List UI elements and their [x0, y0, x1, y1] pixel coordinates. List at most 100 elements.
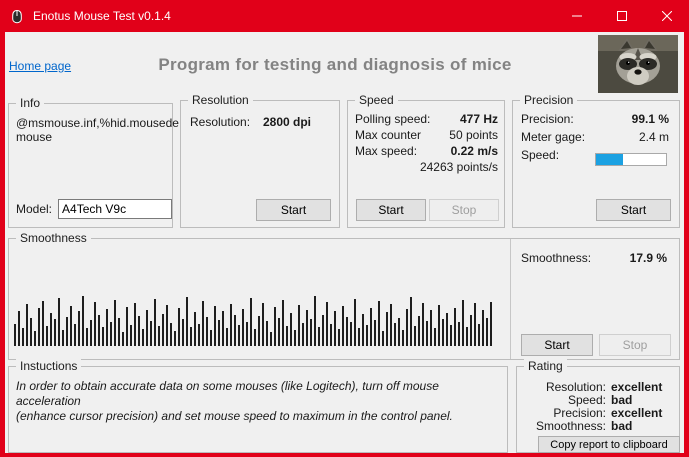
histogram-bar — [70, 306, 72, 346]
histogram-bar — [482, 310, 484, 346]
histogram-bar — [334, 311, 336, 346]
histogram-bar — [114, 300, 116, 346]
histogram-bar — [394, 323, 396, 346]
histogram-bar — [278, 318, 280, 346]
smoothness-stop-button[interactable]: Stop — [599, 334, 671, 356]
smoothness-label: Smoothness: — [521, 251, 592, 265]
rating-group-legend: Rating — [524, 359, 567, 373]
histogram-bar — [54, 319, 56, 346]
precision-group-legend: Precision — [520, 93, 578, 107]
histogram-bar — [362, 314, 364, 346]
resolution-group: Resolution Resolution: 2800 dpi Start — [180, 93, 340, 228]
precision-speed-progressbar — [595, 153, 667, 166]
histogram-bar — [190, 327, 192, 346]
histogram-bar — [134, 303, 136, 346]
histogram-bar — [90, 320, 92, 346]
resolution-row: Resolution: 2800 dpi — [190, 115, 311, 129]
histogram-bar — [142, 329, 144, 346]
histogram-bar — [354, 299, 356, 346]
histogram-bar — [326, 302, 328, 346]
histogram-bar — [426, 321, 428, 346]
close-icon — [661, 11, 672, 21]
histogram-bar — [146, 310, 148, 346]
histogram-bar — [462, 300, 464, 346]
histogram-bar — [306, 310, 308, 346]
histogram-bar — [382, 331, 384, 346]
instructions-line1: In order to obtain accurate data on some… — [16, 379, 439, 408]
histogram-bar — [398, 318, 400, 346]
resolution-start-button[interactable]: Start — [256, 199, 331, 221]
window-title: Enotus Mouse Test v0.1.4 — [33, 9, 171, 23]
maximize-button[interactable] — [599, 0, 644, 32]
rating-rows: Resolution: excellent Speed: bad Precisi… — [521, 381, 673, 433]
model-row: Model: — [16, 199, 173, 219]
histogram-bar — [182, 319, 184, 346]
model-input[interactable] — [58, 199, 173, 219]
histogram-bar — [246, 322, 248, 346]
histogram-bar — [438, 305, 440, 346]
histogram-bar — [126, 307, 128, 346]
instructions-line2: (enhance cursor precision) and set mouse… — [16, 409, 453, 423]
histogram-bar — [50, 313, 52, 346]
histogram-bar — [258, 316, 260, 346]
window-controls — [554, 0, 689, 32]
speed-start-button[interactable]: Start — [356, 199, 426, 221]
histogram-bar — [130, 325, 132, 346]
max-counter-value: 50 points — [449, 128, 498, 142]
precision-progress-fill — [596, 154, 623, 165]
polling-speed-label: Polling speed: — [355, 112, 431, 126]
histogram-bar — [378, 301, 380, 346]
histogram-bar — [418, 316, 420, 346]
histogram-bar — [350, 322, 352, 346]
device-info-line2: mouse — [16, 130, 53, 144]
histogram-bar — [274, 307, 276, 346]
histogram-bar — [242, 309, 244, 346]
speed-group-legend: Speed — [355, 93, 398, 107]
histogram-bar — [150, 321, 152, 346]
histogram-bar — [318, 327, 320, 346]
histogram-bar — [254, 329, 256, 346]
histogram-bar — [402, 330, 404, 346]
histogram-bar — [226, 328, 228, 346]
histogram-bar — [238, 325, 240, 346]
histogram-bar — [222, 311, 224, 346]
speed-stop-button[interactable]: Stop — [429, 199, 499, 221]
histogram-bar — [446, 313, 448, 346]
histogram-bar — [230, 304, 232, 346]
histogram-bar — [310, 319, 312, 346]
histogram-bar — [302, 323, 304, 346]
histogram-bar — [154, 299, 156, 346]
histogram-bar — [58, 298, 60, 346]
content-area: Home page Program for testing and diagno… — [5, 32, 684, 453]
smoothness-start-button[interactable]: Start — [521, 334, 593, 356]
histogram-bar — [442, 319, 444, 346]
titlebar: Enotus Mouse Test v0.1.4 — [0, 0, 689, 32]
histogram-bar — [422, 303, 424, 346]
histogram-bar — [202, 301, 204, 346]
copy-report-button[interactable]: Copy report to clipboard — [538, 436, 680, 453]
histogram-bar — [266, 321, 268, 346]
precision-row: Precision: 99.1 % — [521, 112, 669, 130]
histogram-bar — [262, 303, 264, 346]
resolution-group-legend: Resolution — [188, 93, 253, 107]
minimize-button[interactable] — [554, 0, 599, 32]
home-page-link[interactable]: Home page — [9, 59, 71, 73]
close-button[interactable] — [644, 0, 689, 32]
histogram-bar — [294, 330, 296, 346]
max-speed-row: Max speed: 0.22 m/s — [355, 144, 498, 160]
histogram-bar — [270, 332, 272, 346]
histogram-bar — [198, 324, 200, 346]
precision-label: Precision: — [521, 112, 574, 126]
histogram-bar — [206, 317, 208, 346]
speed-group: Speed Polling speed: 477 Hz Max counter … — [347, 93, 505, 228]
model-label: Model: — [16, 202, 53, 216]
histogram-bar — [42, 301, 44, 346]
polling-speed-row: Polling speed: 477 Hz — [355, 112, 498, 128]
rating-smoothness-label: Smoothness: — [535, 419, 606, 433]
histogram-bar — [18, 311, 20, 346]
histogram-bar — [414, 326, 416, 346]
histogram-bar — [342, 306, 344, 346]
histogram-bar — [434, 328, 436, 346]
precision-start-button[interactable]: Start — [596, 199, 671, 221]
histogram-bar — [386, 312, 388, 346]
